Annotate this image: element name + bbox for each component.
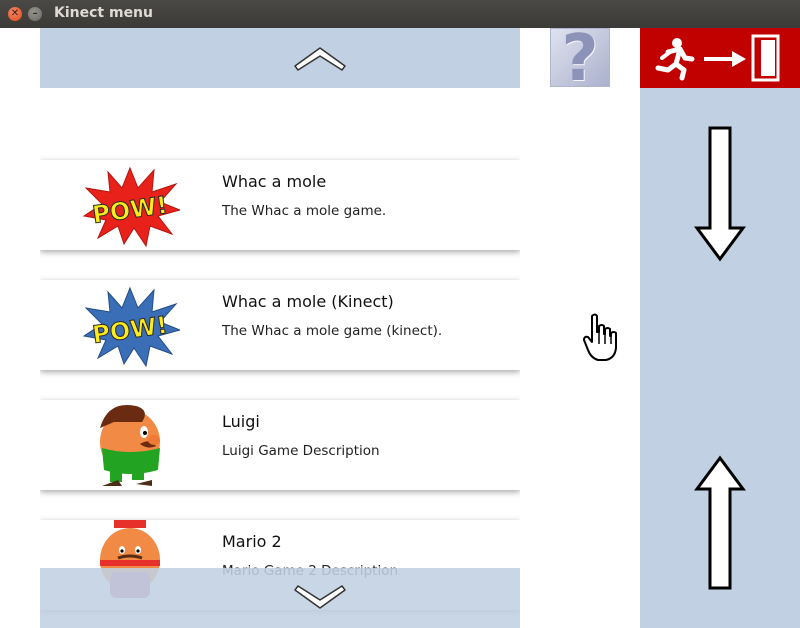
game-description: Luigi Game Description [222,443,380,459]
game-title: Mario 2 [222,532,282,551]
chevron-down-icon [294,585,346,609]
game-title: Whac a mole [222,172,327,191]
hand-cursor-icon [582,312,618,366]
scroll-down-button[interactable] [40,568,520,628]
window-title: Kinect menu [54,5,153,21]
game-title: Luigi [222,412,260,431]
scroll-up-button[interactable] [40,28,520,88]
game-description: The Whac a mole game. [222,203,387,219]
window-close-button[interactable]: ✕ [8,7,22,21]
game-card-whac-a-mole[interactable]: POW! Whac a mole The Whac a mole game. [40,160,520,250]
scroll-up-arrow-button[interactable] [694,455,746,595]
arrow-down-icon [694,126,746,262]
pow-red-icon: POW! [82,166,180,248]
pow-blue-icon: POW! [82,286,180,368]
game-description: The Whac a mole game (kinect). [222,323,443,339]
game-card-luigi[interactable]: Luigi Luigi Game Description [40,400,520,490]
game-list: POW! Whac a mole The Whac a mole game. P… [40,88,520,628]
game-card-whac-a-mole-kinect[interactable]: POW! Whac a mole (Kinect) The Whac a mol… [40,280,520,370]
exit-button[interactable] [640,28,800,88]
chevron-up-icon [294,47,346,71]
exit-running-man-icon [655,34,780,82]
help-button[interactable]: ? [550,22,610,96]
scroll-down-arrow-button[interactable] [694,126,746,266]
game-title: Whac a mole (Kinect) [222,292,394,311]
window-minimize-button[interactable]: – [28,7,42,21]
help-question-icon: ? [561,22,599,96]
window-titlebar: ✕ – Kinect menu [0,0,800,28]
luigi-character-icon [100,404,160,486]
arrow-up-icon [694,455,746,590]
